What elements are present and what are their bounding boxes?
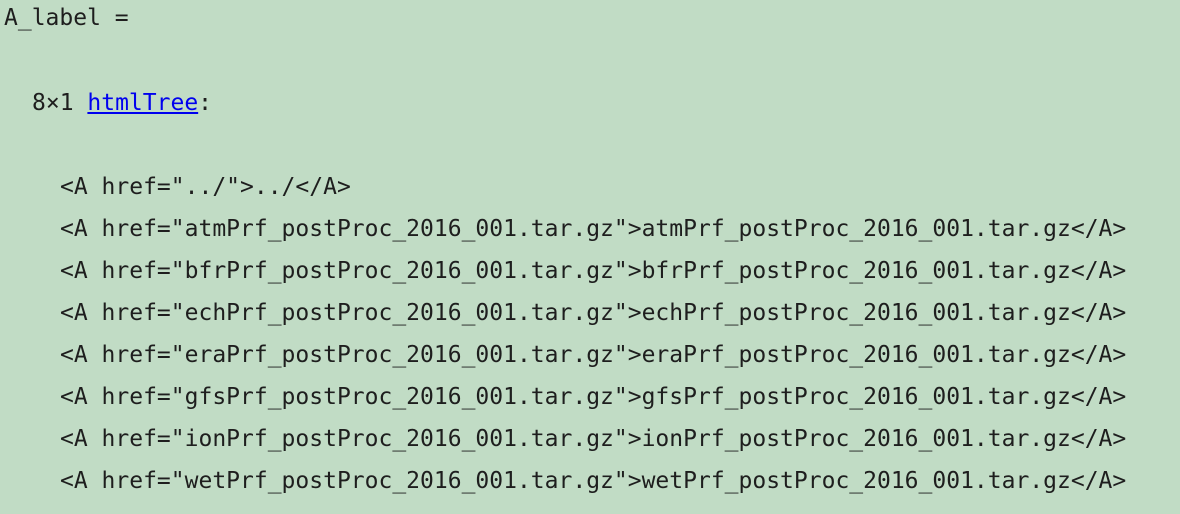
htmltree-class-link[interactable]: htmlTree [87, 90, 198, 116]
element-row: <A href="eraPrf_postProc_2016_001.tar.gz… [60, 342, 1127, 368]
element-row: <A href="../">../</A> [60, 174, 351, 200]
element-row: <A href="wetPrf_postProc_2016_001.tar.gz… [60, 468, 1127, 494]
array-size-line: 8×1 htmlTree: [32, 89, 212, 117]
command-window-output: A_label = 8×1 htmlTree: <A href="../">..… [0, 0, 1180, 514]
element-row: <A href="atmPrf_postProc_2016_001.tar.gz… [60, 216, 1127, 242]
element-row: <A href="gfsPrf_postProc_2016_001.tar.gz… [60, 384, 1127, 410]
array-size-text: 8×1 [32, 90, 88, 116]
element-row: <A href="echPrf_postProc_2016_001.tar.gz… [60, 300, 1127, 326]
element-row: <A href="bfrPrf_postProc_2016_001.tar.gz… [60, 258, 1127, 284]
class-suffix: : [198, 90, 213, 116]
element-row: <A href="ionPrf_postProc_2016_001.tar.gz… [60, 426, 1127, 452]
variable-name-header: A_label = [4, 5, 129, 31]
